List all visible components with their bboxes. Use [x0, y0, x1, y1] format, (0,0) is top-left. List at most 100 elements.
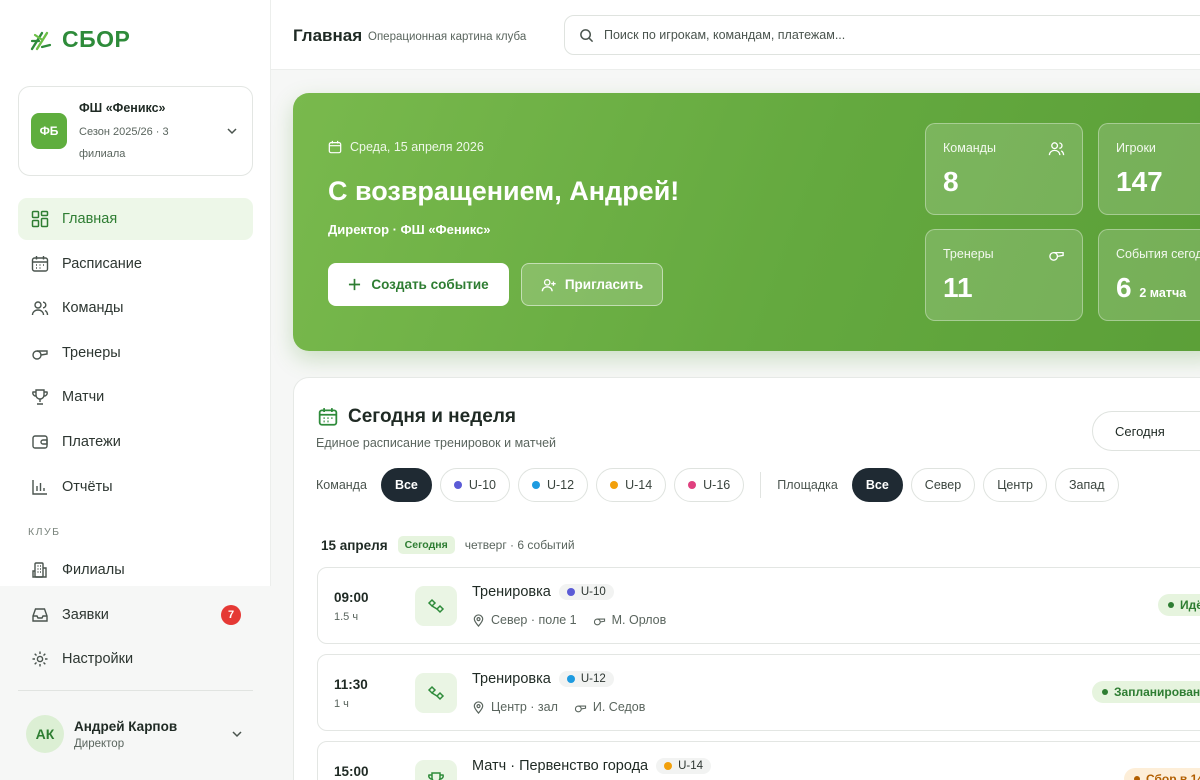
stat-events-today[interactable]: События сегодня 6 2 матча: [1098, 229, 1200, 321]
team-tag-label: U-12: [580, 673, 606, 685]
day-date: 15 апреля: [321, 537, 388, 553]
event-title: Тренировка: [472, 584, 551, 600]
filter-bar: Команда Все U-10 U-12 U-14 U-16 Площадка…: [316, 468, 1127, 502]
status-dot: [1134, 776, 1140, 780]
venue-filter-north[interactable]: Север: [910, 468, 976, 502]
nav-item-settings[interactable]: Настройки: [18, 638, 253, 680]
nav-item-schedule[interactable]: Расписание: [18, 243, 253, 285]
team-tag-label: U-10: [580, 586, 606, 598]
nav-item-matches[interactable]: Матчи: [18, 376, 253, 418]
team-filter-u14[interactable]: U-14: [596, 468, 667, 502]
top-header: Главная Операционная картина клуба: [271, 0, 1200, 70]
stat-value: 11: [943, 272, 973, 303]
stat-label: Игроки: [1116, 141, 1156, 155]
event-duration: 1 ч: [334, 698, 349, 710]
nav-item-branches[interactable]: Филиалы: [18, 549, 253, 591]
event-row[interactable]: 11:30 1 ч Тренировка U-12 Центр · зал И.…: [317, 654, 1200, 731]
team-filter-all[interactable]: Все: [380, 468, 432, 502]
search-icon: [580, 28, 594, 42]
stat-value: 8: [943, 166, 959, 197]
event-meta: Север · поле 1 М. Орлов: [472, 613, 666, 627]
nav-item-reports[interactable]: Отчёты: [18, 466, 253, 508]
team-filter-u16[interactable]: U-16: [674, 468, 745, 502]
club-switcher[interactable]: ФБ ФШ «Феникс» Сезон 2025/26 · 3 филиала: [18, 86, 253, 176]
nav-item-requests[interactable]: Заявки 7: [18, 594, 253, 636]
team-color-dot: [566, 675, 575, 683]
search-box[interactable]: [564, 15, 1200, 55]
team-filter-u10[interactable]: U-10: [439, 468, 510, 502]
wallet-icon: [30, 432, 50, 452]
drill-icon: [415, 673, 457, 713]
trophy-icon: [415, 760, 457, 780]
whistle-icon: [1049, 251, 1064, 261]
event-time: 15:00: [334, 764, 369, 779]
event-row[interactable]: 09:00 1.5 ч Тренировка U-10 Север · поле…: [317, 567, 1200, 644]
event-title-row: Тренировка U-12: [472, 671, 614, 687]
period-switch-today[interactable]: Сегодня: [1092, 411, 1200, 451]
event-coach: И. Седов: [592, 700, 646, 714]
create-event-button[interactable]: Создать событие: [328, 263, 509, 306]
chip-label: U-12: [546, 478, 575, 492]
status-label: Идёт: [1180, 598, 1200, 612]
venue-filter-west[interactable]: Запад: [1054, 468, 1119, 502]
chip-label: Все: [394, 478, 418, 492]
stat-teams[interactable]: Команды 8: [925, 123, 1083, 215]
calendar-icon: [328, 140, 342, 154]
venue-filter-center[interactable]: Центр: [983, 468, 1047, 502]
team-color-dot: [664, 762, 673, 770]
nav-item-payments[interactable]: Платежи: [18, 421, 253, 463]
nav-label: Заявки: [62, 606, 109, 623]
chip-label: Центр: [997, 478, 1033, 492]
whistle-icon: [30, 343, 50, 363]
invite-button[interactable]: Пригласить: [521, 263, 663, 306]
event-venue: Север · поле 1: [491, 613, 577, 627]
requests-count-badge: 7: [221, 604, 241, 625]
location-pin-icon: [473, 700, 484, 714]
nav-item-coaches[interactable]: Тренеры: [18, 332, 253, 374]
venue-filter-all[interactable]: Все: [851, 468, 903, 502]
venue-filter-label: Площадка: [777, 478, 838, 492]
today-badge: Сегодня: [397, 536, 455, 554]
filter-divider: [760, 472, 762, 498]
main-nav: Главная Расписание Команды Тренеры Матчи…: [18, 198, 253, 510]
status-label: Запланирована: [1114, 685, 1200, 699]
drill-icon: [415, 586, 457, 626]
whistle-icon: [574, 705, 586, 712]
stat-value: 6: [1116, 272, 1132, 303]
stat-label: Команды: [943, 141, 996, 155]
nav-item-home[interactable]: Главная: [18, 198, 253, 240]
chevron-down-icon: [232, 731, 242, 738]
dashboard-icon: [30, 209, 50, 229]
status-dot: [1102, 689, 1108, 695]
welcome-hero: Среда, 15 апреля 2026 С возвращением, Ан…: [293, 93, 1200, 351]
sidebar-divider: [18, 690, 253, 691]
schedule-title-text: Сегодня и неделя: [348, 406, 516, 427]
team-color-dot: [688, 481, 697, 489]
event-coach: М. Орлов: [611, 613, 667, 627]
club-nav: Филиалы Заявки 7 Настройки: [18, 549, 253, 683]
team-color-dot: [566, 588, 575, 596]
search-input[interactable]: [604, 28, 1104, 42]
hero-date-text: Среда, 15 апреля 2026: [350, 140, 484, 154]
status-badge: Сбор в 14:: [1124, 768, 1200, 780]
chip-label: U-16: [703, 478, 731, 492]
team-filter-u12[interactable]: U-12: [517, 468, 589, 502]
schedule-title: Сегодня и неделя: [318, 406, 516, 428]
stat-players[interactable]: Игроки 147: [1098, 123, 1200, 215]
bar-chart-icon: [30, 477, 50, 497]
user-menu[interactable]: АК Андрей Карпов Директор: [18, 704, 253, 764]
avatar: АК: [26, 715, 64, 753]
nav-item-teams[interactable]: Команды: [18, 287, 253, 329]
stat-label: События сегодня: [1116, 247, 1200, 261]
whistle-icon: [593, 618, 605, 625]
event-row[interactable]: 15:00 Матч · Первенство города U-14 Сбор…: [317, 741, 1200, 780]
sidebar: СБОР ФБ ФШ «Феникс» Сезон 2025/26 · 3 фи…: [0, 0, 271, 780]
gear-icon: [30, 649, 50, 669]
day-summary: четверг · 6 событий: [464, 538, 575, 552]
brand-logo[interactable]: СБОР: [28, 26, 130, 53]
stat-coaches[interactable]: Тренеры 11: [925, 229, 1083, 321]
users-icon: [30, 298, 50, 318]
page-subtitle: Операционная картина клуба: [368, 31, 527, 43]
chevron-down-icon: [227, 128, 237, 135]
trophy-icon: [30, 387, 50, 407]
